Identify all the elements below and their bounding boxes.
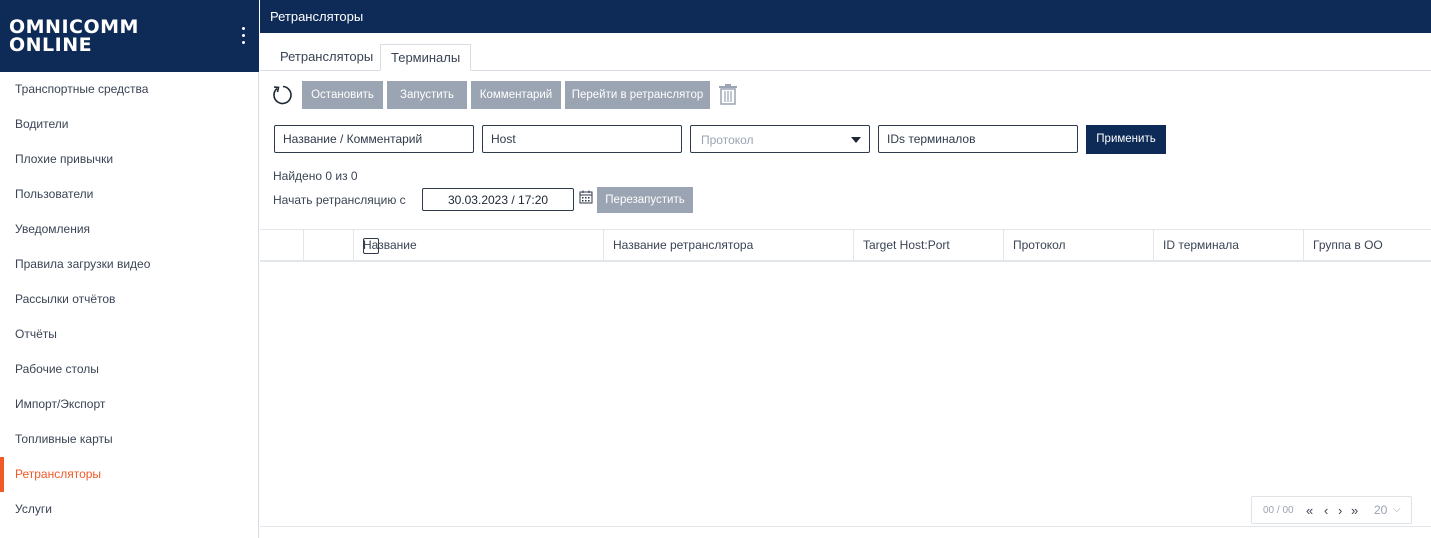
stop-button[interactable]: Остановить	[302, 81, 383, 109]
row-handle-column	[260, 230, 303, 261]
tab-bar: Ретрансляторы Терминалы	[260, 33, 1431, 71]
sidebar-item-import-export[interactable]: Импорт/Экспорт	[0, 387, 259, 422]
restart-date-input[interactable]	[422, 188, 574, 211]
restart-button[interactable]: Перезапустить	[597, 187, 693, 213]
goto-retranslator-button[interactable]: Перейти в ретранслятор	[565, 81, 710, 109]
table-bottom-divider	[260, 526, 1431, 527]
next-page-icon[interactable]: ›	[1338, 503, 1342, 518]
sidebar-item-video-rules[interactable]: Правила загрузки видео	[0, 247, 259, 282]
omnicomm-logo[interactable]: OMNICOMM ONLINE	[9, 18, 139, 56]
terminals-table: Название Название ретранслятора Target H…	[260, 229, 1431, 527]
column-header-target-host-port[interactable]: Target Host:Port	[853, 230, 1003, 261]
sidebar-item-notifications[interactable]: Уведомления	[0, 212, 259, 247]
sidebar-item-fuel-cards[interactable]: Топливные карты	[0, 422, 259, 457]
column-header-group[interactable]: Группа в ОО	[1303, 230, 1431, 261]
page-size-select[interactable]: 20	[1374, 503, 1387, 517]
found-count: Найдено 0 из 0	[273, 169, 358, 183]
sidebar-item-retranslators[interactable]: Ретрансляторы	[0, 457, 259, 492]
caret-down-icon	[851, 137, 861, 143]
column-header-name[interactable]: Название	[353, 230, 603, 261]
sidebar-item-bad-habits[interactable]: Плохие привычки	[0, 142, 259, 177]
more-menu-icon[interactable]	[236, 27, 250, 47]
tab-retranslators[interactable]: Ретрансляторы	[270, 44, 383, 71]
host-filter[interactable]	[482, 125, 682, 153]
sidebar-item-reports[interactable]: Отчёты	[0, 317, 259, 352]
sidebar-item-services[interactable]: Услуги	[0, 492, 259, 527]
column-header-terminal-id[interactable]: ID терминала	[1153, 230, 1303, 261]
table-header: Название Название ретранслятора Target H…	[260, 229, 1431, 262]
sidebar-item-users[interactable]: Пользователи	[0, 177, 259, 212]
sidebar-item-drivers[interactable]: Водители	[0, 107, 259, 142]
page-indicator: 00 / 00	[1263, 505, 1294, 516]
pagination: 00 / 00 « ‹ › » 20 ⌵	[1251, 496, 1412, 524]
sidebar: OMNICOMM ONLINE Транспортные средства Во…	[0, 0, 259, 538]
calendar-icon[interactable]	[579, 190, 593, 204]
page-title: Ретрансляторы	[260, 0, 1431, 33]
column-header-protocol[interactable]: Протокол	[1003, 230, 1153, 261]
first-page-icon[interactable]: «	[1306, 503, 1313, 518]
restart-from-label: Начать ретрансляцию с	[273, 193, 406, 207]
sidebar-nav: Транспортные средства Водители Плохие пр…	[0, 72, 259, 527]
prev-page-icon[interactable]: ‹	[1324, 503, 1328, 518]
logo-line-2: ONLINE	[9, 34, 93, 56]
chevron-down-icon[interactable]: ⌵	[1393, 504, 1401, 515]
column-header-retranslator-name[interactable]: Название ретранслятора	[603, 230, 853, 261]
select-column	[303, 230, 379, 261]
sidebar-item-report-mailings[interactable]: Рассылки отчётов	[0, 282, 259, 317]
terminal-ids-filter[interactable]	[878, 125, 1078, 153]
name-comment-filter[interactable]	[274, 125, 474, 153]
tab-terminals[interactable]: Терминалы	[380, 44, 472, 71]
refresh-icon[interactable]	[270, 83, 294, 107]
protocol-placeholder: Протокол	[701, 133, 754, 147]
sidebar-item-vehicles[interactable]: Транспортные средства	[0, 72, 259, 107]
comment-button[interactable]: Комментарий	[471, 81, 561, 109]
apply-button[interactable]: Применить	[1086, 125, 1166, 154]
sidebar-item-desktops[interactable]: Рабочие столы	[0, 352, 259, 387]
start-button[interactable]: Запустить	[387, 81, 467, 109]
last-page-icon[interactable]: »	[1351, 503, 1358, 518]
trash-icon[interactable]	[718, 83, 738, 105]
brand-header: OMNICOMM ONLINE	[0, 0, 259, 72]
protocol-select[interactable]: Протокол	[690, 125, 870, 153]
